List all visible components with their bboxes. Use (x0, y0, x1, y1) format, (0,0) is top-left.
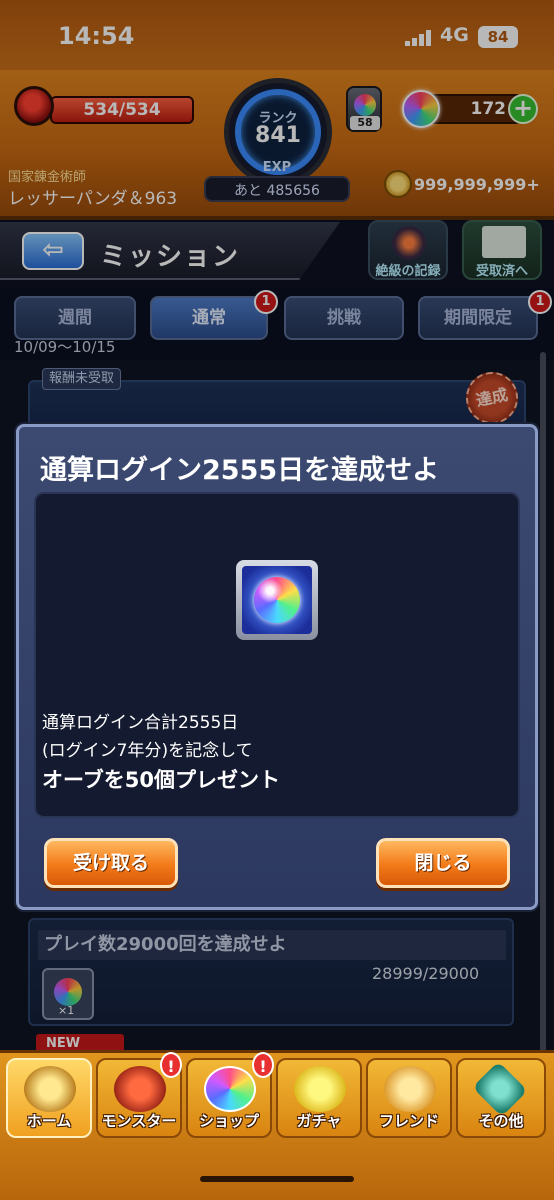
dialog-desc-line: (ログイン7年分)を記念して (42, 741, 253, 761)
gacha-egg-icon (294, 1066, 346, 1112)
nav-label: ホーム (26, 1112, 72, 1130)
close-button[interactable]: 閉じる (376, 838, 510, 888)
nav-label: その他 (478, 1112, 524, 1130)
dialog-reward-line: オーブを50個プレゼント (42, 768, 280, 792)
other-icon (472, 1061, 528, 1117)
dialog-title: 通算ログイン2555日を達成せよ (40, 455, 440, 486)
orb-icon (204, 1066, 256, 1112)
nav-label: ガチャ (296, 1112, 342, 1130)
reward-item (236, 560, 318, 640)
home-indicator (200, 1176, 354, 1182)
monster-alert-badge: ! (160, 1052, 182, 1078)
nav-label: モンスター (101, 1112, 177, 1130)
home-icon (24, 1066, 76, 1112)
dialog-desc-line: 通算ログイン合計2555日 (42, 713, 239, 733)
nav-friend[interactable]: フレンド (366, 1058, 452, 1138)
orb-icon (254, 577, 300, 623)
nav-label: ショップ (198, 1112, 259, 1130)
receive-button[interactable]: 受け取る (44, 838, 178, 888)
nav-gacha[interactable]: ガチャ (276, 1058, 362, 1138)
nav-home[interactable]: ホーム (6, 1058, 92, 1138)
reward-tile (242, 566, 312, 634)
friend-icon (384, 1066, 436, 1112)
nav-label: フレンド (378, 1112, 439, 1130)
nav-other[interactable]: その他 (456, 1058, 546, 1138)
monster-icon (114, 1066, 166, 1112)
shop-alert-badge: ! (252, 1052, 274, 1078)
